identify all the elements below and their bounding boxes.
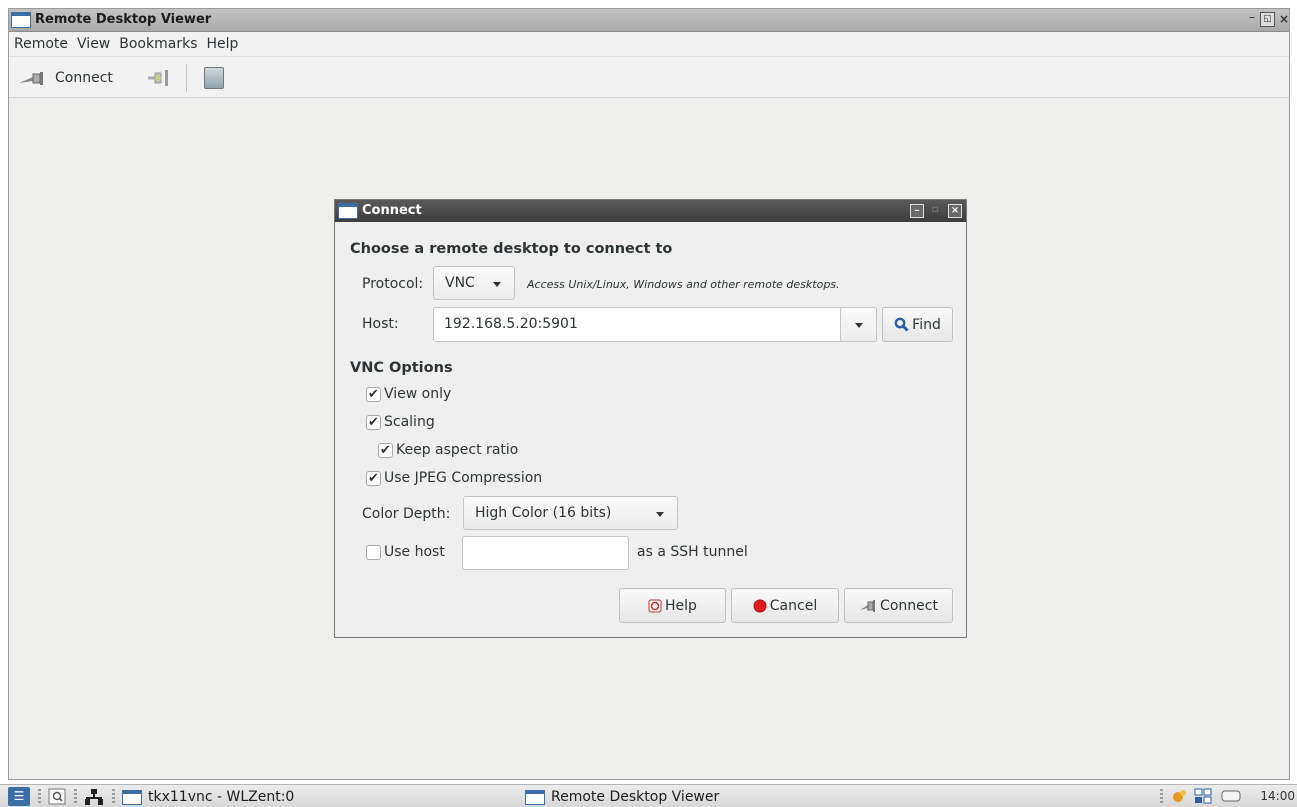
menu-remote[interactable]: Remote — [9, 32, 72, 52]
chevron-down-icon — [656, 512, 664, 517]
protocol-select[interactable]: VNC — [433, 266, 515, 300]
view-only-label: View only — [384, 386, 452, 402]
task-label: tkx11vnc - WLZent:0 — [148, 789, 295, 805]
dialog-heading: Choose a remote desktop to connect to — [350, 241, 673, 257]
screenshot-icon[interactable] — [204, 67, 224, 89]
dialog-app-icon — [338, 203, 358, 219]
color-depth-select[interactable]: High Color (16 bits) — [463, 496, 678, 530]
close-button[interactable]: × — [1279, 12, 1289, 26]
scaling-label: Scaling — [384, 414, 435, 430]
host-field[interactable]: 192.168.5.20:5901 — [433, 307, 875, 342]
find-label: Find — [912, 316, 941, 333]
window-app-icon — [11, 12, 31, 28]
ssh-tunnel-checkbox[interactable]: Use host — [366, 544, 445, 560]
search-icon[interactable] — [48, 788, 66, 805]
color-depth-label: Color Depth: — [362, 506, 451, 522]
window-title: Remote Desktop Viewer — [35, 12, 212, 27]
checkbox-empty-icon — [366, 544, 381, 560]
start-menu-icon[interactable]: ☰ — [8, 787, 30, 806]
toolbar-connect-label: Connect — [55, 70, 113, 86]
toolbar-connect-button[interactable]: Connect — [17, 66, 113, 90]
host-dropdown-button[interactable] — [840, 307, 877, 342]
network-icon[interactable] — [84, 788, 104, 806]
help-button[interactable]: Help — [619, 588, 726, 623]
task-tkx11vnc[interactable]: tkx11vnc - WLZent:0 — [122, 787, 294, 807]
protocol-value: VNC — [445, 275, 475, 291]
dialog-maximize-button[interactable]: ▫ — [928, 204, 942, 218]
taskbar-separator — [38, 789, 41, 804]
checkmark-icon: ✔ — [378, 442, 393, 458]
display-icon[interactable] — [1221, 788, 1241, 804]
task-label: Remote Desktop Viewer — [551, 789, 720, 805]
dialog-minimize-button[interactable]: – — [910, 204, 924, 218]
tray-app-icon[interactable] — [1172, 788, 1188, 804]
vnc-options-heading: VNC Options — [350, 360, 453, 376]
ssh-use-host-label: Use host — [384, 544, 445, 560]
toolbar-separator — [186, 64, 187, 92]
scaling-checkbox[interactable]: ✔ Scaling — [366, 414, 435, 430]
view-only-checkbox[interactable]: ✔ View only — [366, 386, 451, 402]
menubar: Remote View Bookmarks Help — [9, 32, 1289, 57]
jpeg-compression-label: Use JPEG Compression — [384, 470, 543, 486]
plug-connect-icon — [860, 599, 876, 612]
connect-button[interactable]: Connect — [844, 588, 953, 623]
task-remote-desktop-viewer[interactable]: Remote Desktop Viewer — [525, 787, 719, 807]
connect-label: Connect — [880, 597, 938, 614]
protocol-label: Protocol: — [362, 276, 424, 292]
jpeg-compression-checkbox[interactable]: ✔ Use JPEG Compression — [366, 470, 542, 486]
host-value: 192.168.5.20:5901 — [444, 316, 578, 332]
checkmark-icon: ✔ — [366, 386, 381, 402]
clock: 14:00 — [1260, 789, 1295, 803]
toolbar: Connect — [9, 58, 1289, 98]
host-label: Host: — [362, 316, 399, 332]
taskbar-separator — [112, 789, 115, 804]
keep-aspect-ratio-checkbox[interactable]: ✔ Keep aspect ratio — [378, 442, 518, 458]
help-icon — [648, 599, 662, 612]
dialog-close-button[interactable]: × — [948, 204, 962, 218]
menu-view[interactable]: View — [72, 32, 114, 52]
plug-connect-icon — [19, 72, 43, 85]
find-button[interactable]: Find — [882, 307, 953, 342]
keep-aspect-ratio-label: Keep aspect ratio — [396, 442, 519, 458]
color-depth-value: High Color (16 bits) — [475, 505, 612, 521]
protocol-hint: Access Unix/Linux, Windows and other rem… — [527, 278, 840, 291]
chevron-down-icon — [493, 282, 501, 287]
ssh-tunnel-suffix: as a SSH tunnel — [637, 544, 748, 560]
stop-icon — [753, 599, 767, 612]
window-titlebar[interactable]: Remote Desktop Viewer – ◱ × — [9, 9, 1289, 32]
menu-bookmarks[interactable]: Bookmarks — [114, 32, 201, 52]
ssh-host-field[interactable] — [462, 536, 629, 570]
workspace-switcher-icon[interactable] — [1194, 788, 1212, 805]
chevron-down-icon — [855, 323, 863, 328]
taskbar-separator — [1160, 789, 1163, 804]
maximize-button[interactable]: ◱ — [1260, 12, 1275, 27]
menu-help[interactable]: Help — [201, 32, 242, 52]
window-app-icon — [122, 789, 142, 805]
help-label: Help — [665, 597, 697, 614]
checkmark-icon: ✔ — [366, 470, 381, 486]
search-icon — [894, 317, 909, 332]
taskbar-separator — [74, 789, 77, 804]
connect-dialog: Connect – ▫ × Choose a remote desktop to… — [334, 199, 967, 638]
taskbar: ☰ tkx11vnc - WLZent:0 Remote Desktop Vie… — [0, 784, 1297, 807]
dialog-title: Connect — [362, 203, 422, 218]
dialog-titlebar[interactable]: Connect – ▫ × — [335, 200, 966, 222]
disconnect-icon[interactable] — [145, 68, 173, 88]
cancel-label: Cancel — [769, 597, 818, 614]
window-app-icon — [525, 789, 545, 805]
cancel-button[interactable]: Cancel — [731, 588, 839, 623]
minimize-button[interactable]: – — [1249, 10, 1255, 24]
checkmark-icon: ✔ — [366, 414, 381, 430]
